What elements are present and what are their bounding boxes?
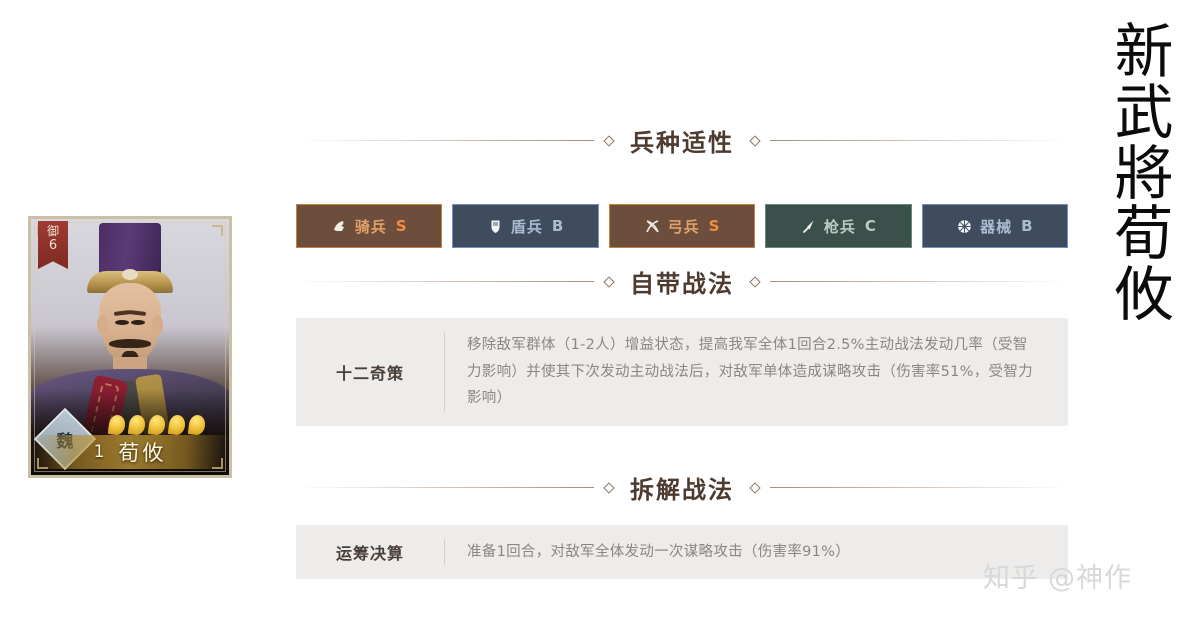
star-icon: [147, 413, 167, 437]
troop-name-archer: 弓兵: [667, 217, 700, 236]
hero-level: 1: [93, 442, 105, 462]
troop-name-cavalry: 骑兵: [354, 217, 387, 236]
hero-card[interactable]: 御 6 魏 1 荀攸: [28, 216, 232, 478]
troop-grade-shield: B: [551, 217, 565, 235]
troop-badge-archer[interactable]: 弓兵 S: [608, 204, 756, 248]
troop-badge-shield[interactable]: 盾兵 B: [452, 204, 599, 248]
portrait-eye-left: [115, 320, 129, 325]
troop-badge-cavalry[interactable]: 骑兵 S: [296, 204, 443, 248]
star-icon: [127, 413, 147, 437]
spear-icon: [800, 218, 817, 235]
hero-card-area[interactable]: 御 6 魏 1 荀攸: [28, 216, 232, 478]
rank-ribbon-label: 御: [46, 224, 59, 238]
section-title-dismantle-tactic: 拆解战法: [630, 476, 734, 504]
star-icon: [187, 413, 207, 437]
shield-icon: [487, 218, 504, 235]
rank-ribbon-value: 6: [48, 237, 58, 253]
troop-grade-archer: S: [708, 217, 721, 235]
vertical-title-char: 新: [1114, 17, 1174, 86]
cavalry-icon: [331, 218, 348, 235]
innate-tactic-panel[interactable]: 十二奇策 移除敌军群体（1-2人）增益状态，提高我军全体1回合2.5%主动战法发…: [296, 318, 1068, 426]
vertical-title-char: 將: [1114, 138, 1174, 208]
diamond-left-icon: [603, 481, 615, 494]
card-corner-top-right-icon: [212, 225, 223, 236]
troop-name-shield: 盾兵: [510, 217, 543, 236]
portrait-ear-right: [152, 315, 163, 335]
header-rule-left: [296, 487, 594, 488]
diamond-right-icon: [749, 275, 761, 288]
hero-name-plate: 1 荀攸: [31, 435, 229, 469]
troop-badge-row: 骑兵 S 盾兵 B 弓兵 S 枪兵 C 器械 B: [296, 178, 1069, 248]
portrait-hat-jewel: [122, 269, 138, 280]
vertical-title-char: 武: [1114, 77, 1174, 147]
innate-tactic-description: 移除敌军群体（1-2人）增益状态，提高我军全体1回合2.5%主动战法发动几率（受…: [467, 337, 1033, 407]
header-rule-right: [770, 140, 1068, 141]
watermark: 知乎 @神作: [983, 556, 1132, 595]
card-corner-bottom-left-icon: [37, 458, 48, 469]
dismantle-tactic-description: 准备1回合，对敌军全体发动一次谋略攻击（伤害率91%）: [467, 544, 851, 560]
star-icon: [107, 413, 127, 437]
header-rule-left: [296, 281, 594, 282]
portrait-ear-left: [97, 315, 108, 335]
troop-grade-cavalry: S: [395, 217, 408, 235]
troop-grade-spear: C: [864, 217, 877, 235]
dismantle-tactic-panel[interactable]: 运筹决算 准备1回合，对敌军全体发动一次谋略攻击（伤害率91%）: [296, 525, 1068, 580]
header-rule-right: [770, 487, 1068, 488]
header-rule-left: [296, 140, 594, 141]
vertical-title: 新 武 將 荀 攸: [1106, 17, 1182, 330]
troop-badge-siege[interactable]: 器械 B: [921, 204, 1069, 248]
vertical-title-char: 荀: [1114, 199, 1174, 269]
section-header-innate-tactic: 自带战法: [296, 264, 1068, 299]
header-rule-right: [770, 281, 1068, 282]
innate-tactic-name: 十二奇策: [335, 364, 404, 383]
card-corner-bottom-right-icon: [212, 458, 223, 469]
star-icon: [167, 413, 187, 437]
diamond-right-icon: [749, 134, 761, 147]
diamond-left-icon: [603, 134, 615, 147]
section-header-dismantle-tactic: 拆解战法: [296, 470, 1068, 505]
bow-icon: [644, 218, 661, 235]
portrait-eye-right: [131, 320, 145, 325]
troop-grade-siege: B: [1021, 217, 1034, 235]
dismantle-tactic-name: 运筹决算: [335, 544, 404, 564]
troop-name-siege: 器械: [980, 217, 1013, 236]
watermark-handle: @神作: [1048, 563, 1132, 594]
hero-name: 荀攸: [118, 441, 167, 465]
section-title-innate-tactic: 自带战法: [630, 270, 734, 298]
portrait-mustache: [109, 339, 151, 348]
watermark-site: 知乎: [983, 563, 1039, 594]
siege-icon: [956, 218, 973, 235]
section-header-troop: 兵种适性: [296, 123, 1068, 158]
troop-name-spear: 枪兵: [823, 217, 856, 236]
troop-badge-spear[interactable]: 枪兵 C: [765, 204, 912, 248]
vertical-title-char: 攸: [1114, 260, 1174, 330]
section-title-troop: 兵种适性: [630, 129, 734, 157]
main-content: 兵种适性 骑兵 S 盾兵 B 弓兵 S 枪兵 C 器械 B 自带战法 十二奇策 …: [296, 0, 1069, 619]
diamond-right-icon: [749, 481, 761, 494]
hero-star-rating: [107, 413, 207, 437]
diamond-left-icon: [603, 275, 615, 288]
